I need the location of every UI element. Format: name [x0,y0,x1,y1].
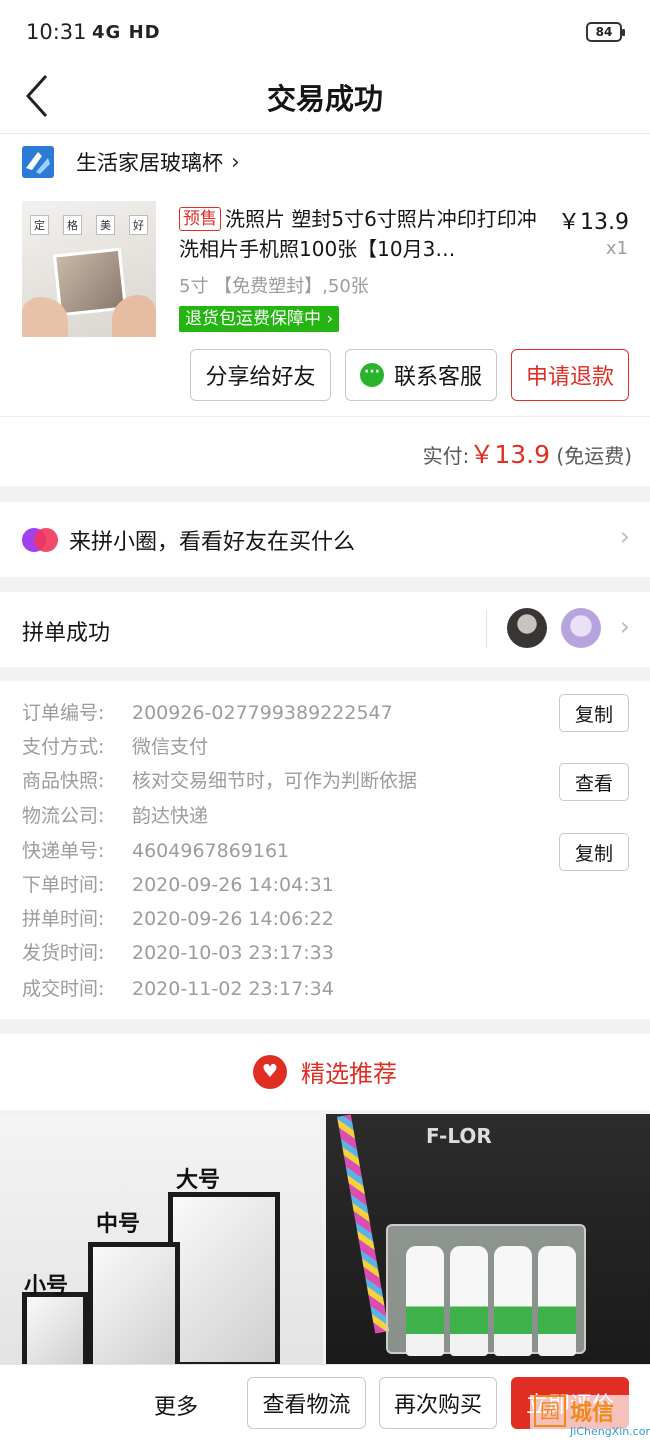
copy-order-number-button[interactable]: 复制 [559,694,629,732]
shirt-text: F-LOR [426,1124,492,1148]
contact-service-label: 联系客服 [393,365,482,390]
more-button[interactable]: 更多 [154,1389,198,1421]
friends-circle-entry[interactable]: 来拼小圈，看看好友在买什么 › [0,502,650,577]
product-price: ￥13.9 [558,210,629,235]
product-title[interactable]: 预售 洗照片 塑封5寸6寸照片冲印打印冲洗相片手机照100张【10月3… [179,204,549,264]
copy-tracking-number-button[interactable]: 复制 [559,833,629,871]
group-buy-status: 拼单成功 [22,621,111,646]
view-logistics-button[interactable]: 查看物流 [247,1377,366,1429]
payment-method-row: 支付方式: 微信支付 [22,736,209,758]
circle-icon [22,528,58,552]
view-snapshot-button[interactable]: 查看 [559,763,629,801]
product-image-banner: 定 格 美 好 [30,215,148,235]
heart-icon: ♥ [253,1054,287,1089]
tracking-number-row: 快递单号: 4604967869161 [22,840,290,862]
shipping-note: (免运费) [556,444,632,468]
order-time-row: 下单时间: 2020-09-26 14:04:31 [22,874,334,896]
watermark-text: 城信 [570,1401,615,1426]
contact-service-button[interactable]: 联系客服 [345,349,497,401]
status-bar: 10:31 4G HD 84 [0,0,650,62]
recommend-title: 精选推荐 [301,1060,397,1088]
network-indicator: 4G HD [92,22,161,43]
recommend-item-mirror[interactable]: 小号 中号 大号 [0,1114,323,1364]
product-title-text: 洗照片 塑封5寸6寸照片冲印打印冲洗相片手机照100张【10月3… [179,207,537,261]
status-time: 10:31 [26,20,87,44]
chevron-right-icon: › [231,149,240,175]
shop-logo-icon [22,146,54,178]
guarantee-badge[interactable]: 退货包运费保障中 › [179,306,340,332]
chevron-right-icon: › [619,522,630,552]
tracking-number: 4604967869161 [132,840,290,862]
snapshot-row: 商品快照: 核对交易细节时，可作为判断依据 [22,770,418,792]
product-spec: 5寸 【免费塑封】,50张 [179,276,369,297]
watermark-url: JiChengXin.com [570,1425,650,1438]
avatar [561,608,601,648]
shop-name: 生活家居玻璃杯 [76,151,223,175]
group-buy-entry[interactable]: 拼单成功 › [0,592,650,667]
size-label-large: 大号 [176,1168,221,1193]
paid-label: 实付: [422,444,470,468]
product-image[interactable]: 定 格 美 好 [22,201,156,337]
size-label-medium: 中号 [96,1212,141,1237]
order-number-row: 订单编号: 200926-027799389222547 [22,702,393,724]
recommend-item-drink-bag[interactable]: F-LOR [326,1114,650,1364]
avatar [507,608,547,648]
complete-time-row: 成交时间: 2020-11-02 23:17:34 [22,978,334,1000]
order-card: 生活家居玻璃杯 › 定 格 美 好 预售 洗照片 塑封5寸6寸照片冲印打印冲洗相片… [0,134,650,416]
paid-amount: ￥13.9 [469,440,551,469]
group-time-row: 拼单时间: 2020-09-26 14:06:22 [22,908,334,930]
order-info: 订单编号: 200926-027799389222547 复制 支付方式: 微信支付… [0,681,650,1019]
battery-icon: 84 [586,22,625,42]
friends-circle-text: 来拼小圈，看看好友在买什么 [69,530,356,555]
payment-summary: 实付:￥13.9 (免运费) [0,416,650,486]
page-title: 交易成功 [266,82,383,116]
divider [486,610,487,648]
shop-link[interactable]: 生活家居玻璃杯 › [22,144,240,180]
product-quantity: x1 [605,238,628,259]
presale-badge: 预售 [179,207,221,231]
refund-button[interactable]: 申请退款 [511,349,629,401]
watermark: 园 城信 JiChengXin.com [530,1395,650,1441]
share-button[interactable]: 分享给好友 [190,349,331,401]
watermark-logo-icon: 园 [534,1395,566,1427]
recommend-grid: 小号 中号 大号 F-LOR [0,1114,650,1364]
chevron-right-icon: › [619,612,630,642]
recommend-header: ♥ 精选推荐 [0,1034,650,1110]
chat-icon [359,363,384,387]
buy-again-button[interactable]: 再次购买 [379,1377,497,1429]
size-label-small: 小号 [24,1274,69,1299]
logistics-company-row: 物流公司: 韵达快递 [22,805,209,827]
order-number: 200926-027799389222547 [132,702,393,724]
nav-bar: 交易成功 [0,62,650,134]
ship-time-row: 发货时间: 2020-10-03 23:17:33 [22,942,334,964]
bottom-action-bar: 更多 查看物流 再次购买 立即评价 园 城信 JiChengXin.com [0,1364,650,1444]
